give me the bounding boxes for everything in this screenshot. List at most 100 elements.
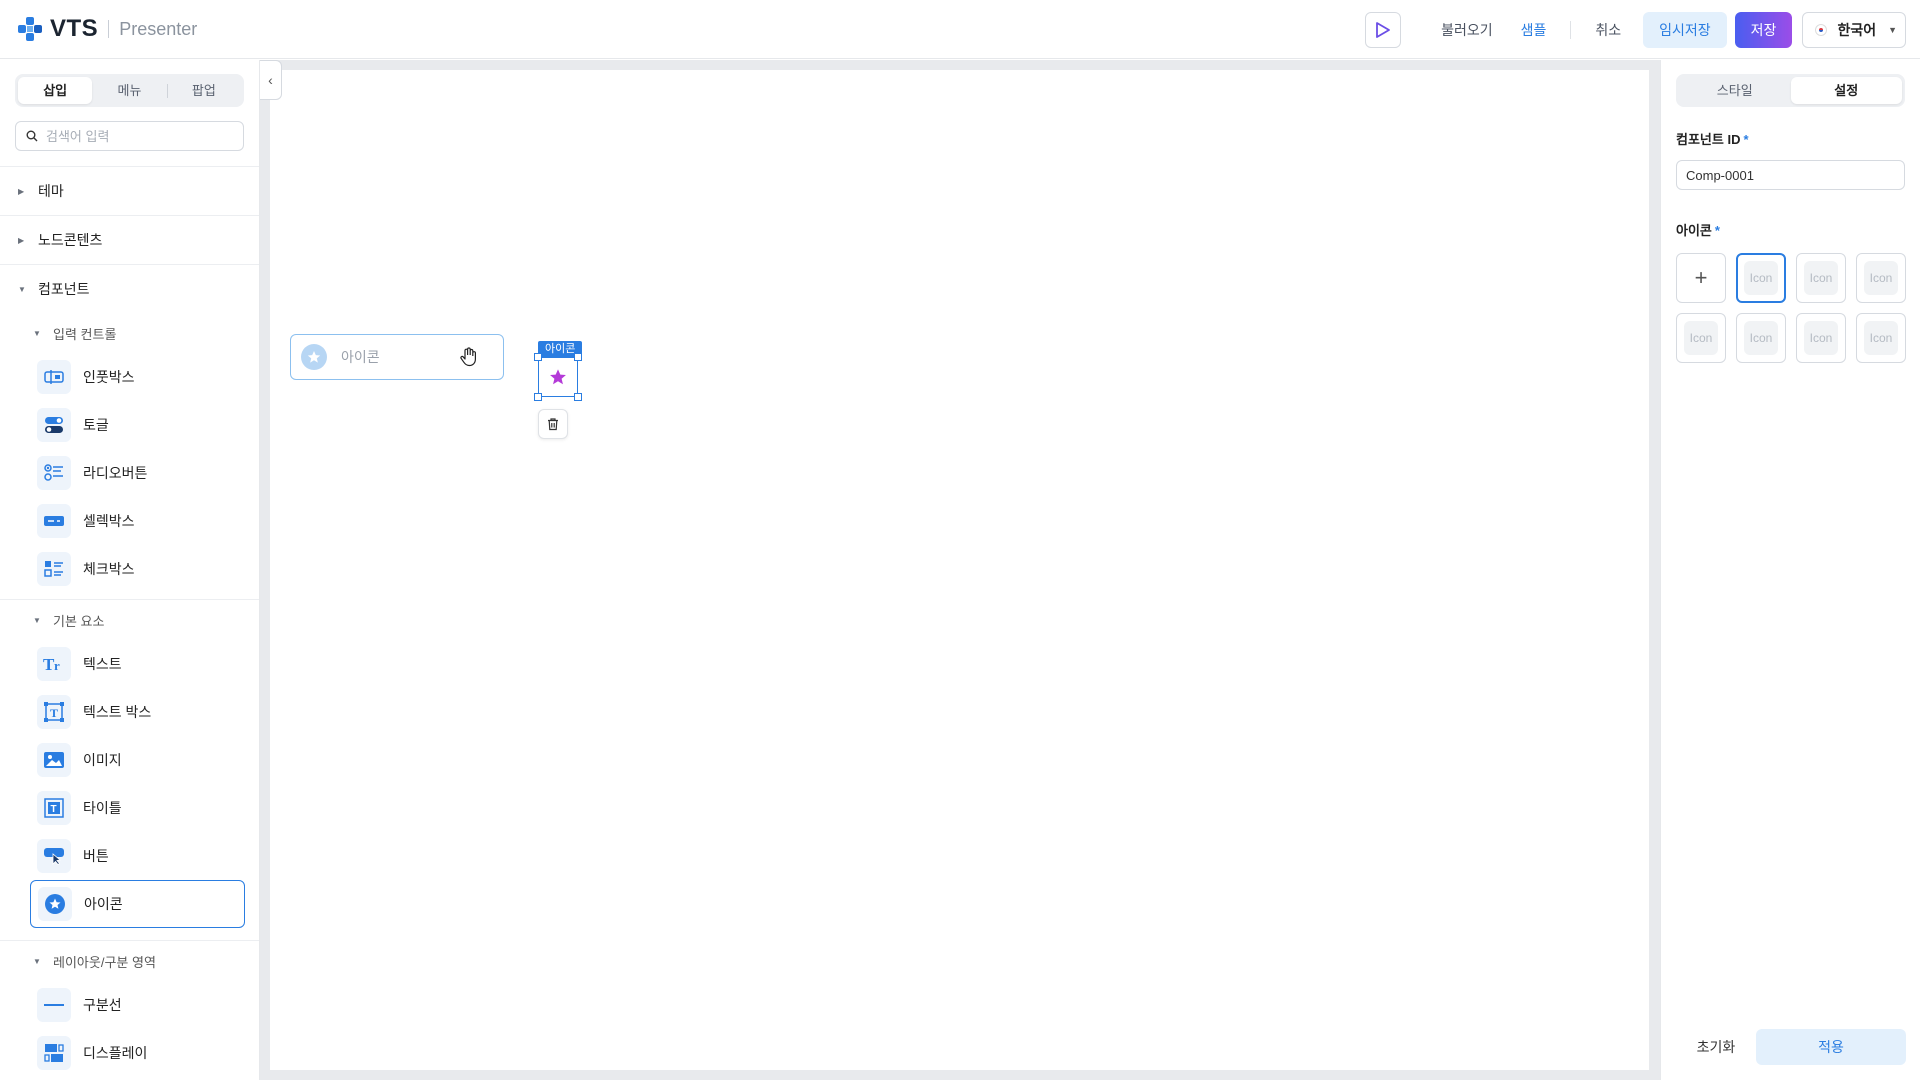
left-panel: 삽입 메뉴 팝업 ▶ 테마 ▶ 노드콘텐츠 ▼ 컴포넌트 ▼ 입력 컨트롤 인풋… bbox=[0, 60, 260, 1080]
logo-divider bbox=[108, 20, 110, 38]
title-icon: T bbox=[37, 791, 71, 825]
selected-icon-component[interactable] bbox=[534, 353, 582, 401]
right-tab-group: 스타일 설정 bbox=[1676, 74, 1905, 107]
radio-icon bbox=[37, 456, 71, 490]
logo-text: VTS bbox=[50, 15, 99, 42]
cancel-button[interactable]: 취소 bbox=[1581, 20, 1635, 40]
item-checkbox[interactable]: 체크박스 bbox=[30, 545, 245, 593]
item-icon[interactable]: 아이콘 bbox=[30, 880, 245, 928]
search-box bbox=[15, 121, 244, 151]
item-selectbox[interactable]: 셀렉박스 bbox=[30, 497, 245, 545]
top-header: VTS Presenter 불러오기 샘플 취소 임시저장 저장 한국어 ▼ bbox=[0, 0, 1920, 59]
icon-option[interactable]: Icon bbox=[1676, 313, 1726, 363]
subgroup-basic-elements[interactable]: ▼ 기본 요소 bbox=[0, 600, 259, 640]
left-tab-group: 삽입 메뉴 팝업 bbox=[15, 74, 244, 107]
text-icon: Tr bbox=[37, 647, 71, 681]
resize-handle-bottom-left[interactable] bbox=[534, 393, 542, 401]
item-textbox[interactable]: T 텍스트 박스 bbox=[30, 688, 245, 736]
textbox-icon: T bbox=[37, 695, 71, 729]
display-icon bbox=[37, 1036, 71, 1070]
icon-option[interactable]: Icon bbox=[1856, 253, 1906, 303]
language-select[interactable]: 한국어 ▼ bbox=[1802, 11, 1906, 48]
resize-handle-bottom-right[interactable] bbox=[574, 393, 582, 401]
logo-mark-icon bbox=[16, 15, 44, 43]
icon-placeholder: Icon bbox=[1684, 321, 1718, 355]
item-label: 구분선 bbox=[83, 997, 122, 1013]
item-inputbox[interactable]: 인풋박스 bbox=[30, 353, 245, 401]
divider-line-icon bbox=[37, 988, 71, 1022]
icon-option[interactable]: Icon bbox=[1856, 313, 1906, 363]
star-circle-icon bbox=[301, 344, 327, 370]
logo[interactable]: VTS Presenter bbox=[16, 15, 197, 43]
tab-settings[interactable]: 설정 bbox=[1790, 77, 1902, 104]
item-label: 아이콘 bbox=[84, 896, 123, 912]
temp-save-button[interactable]: 임시저장 bbox=[1643, 11, 1727, 48]
icon-placeholder: Icon bbox=[1864, 321, 1898, 355]
subgroup-input-controls[interactable]: ▼ 입력 컨트롤 bbox=[0, 313, 259, 353]
korea-flag-icon bbox=[1815, 23, 1828, 36]
svg-text:r: r bbox=[54, 658, 60, 673]
triangle-right-icon: ▶ bbox=[18, 186, 25, 196]
design-canvas[interactable]: 아이콘 아이콘 bbox=[270, 70, 1649, 1070]
checkbox-icon bbox=[37, 552, 71, 586]
subgroup-label: 입력 컨트롤 bbox=[53, 326, 117, 342]
logo-subtitle: Presenter bbox=[119, 18, 198, 39]
search-icon bbox=[26, 130, 38, 142]
group-theme[interactable]: ▶ 테마 bbox=[0, 167, 259, 215]
load-button[interactable]: 불러오기 bbox=[1427, 20, 1507, 40]
item-label: 디스플레이 bbox=[83, 1045, 148, 1061]
right-panel-footer: 초기화 적용 bbox=[1676, 1029, 1906, 1065]
save-button[interactable]: 저장 bbox=[1734, 11, 1793, 48]
item-image[interactable]: 이미지 bbox=[30, 736, 245, 784]
add-icon-button[interactable]: + bbox=[1676, 253, 1726, 303]
tab-insert[interactable]: 삽입 bbox=[18, 77, 93, 104]
resize-handle-top-right[interactable] bbox=[574, 353, 582, 361]
collapse-left-panel-button[interactable]: ‹ bbox=[260, 60, 282, 100]
item-button[interactable]: 버튼 bbox=[30, 832, 245, 880]
group-label: 노드콘텐츠 bbox=[38, 232, 103, 248]
icon-option[interactable]: Icon bbox=[1736, 313, 1786, 363]
tab-menu[interactable]: 메뉴 bbox=[92, 77, 166, 104]
icon-label: 아이콘 bbox=[1676, 223, 1712, 238]
reset-button[interactable]: 초기화 bbox=[1676, 1037, 1756, 1057]
preview-play-button[interactable] bbox=[1365, 11, 1402, 48]
item-divider[interactable]: 구분선 bbox=[30, 981, 245, 1029]
language-label: 한국어 bbox=[1837, 21, 1877, 38]
item-title[interactable]: T 타이틀 bbox=[30, 784, 245, 832]
star-circle-icon bbox=[38, 887, 72, 921]
required-mark: * bbox=[1743, 132, 1749, 147]
search-input[interactable] bbox=[46, 128, 236, 144]
header-actions: 불러오기 샘플 취소 임시저장 저장 한국어 ▼ bbox=[1365, 0, 1906, 59]
icon-label-row: 아이콘 * bbox=[1676, 220, 1920, 239]
group-label: 테마 bbox=[38, 183, 64, 199]
component-id-label-row: 컴포넌트 ID * bbox=[1676, 129, 1920, 148]
group-components[interactable]: ▼ 컴포넌트 bbox=[0, 265, 259, 313]
subgroup-label: 기본 요소 bbox=[53, 613, 105, 629]
component-id-field[interactable]: Comp-0001 bbox=[1676, 160, 1905, 190]
input-component-label: 아이콘 bbox=[341, 349, 380, 365]
item-display[interactable]: 디스플레이 bbox=[30, 1029, 245, 1077]
canvas-icon-input-component[interactable]: 아이콘 bbox=[290, 334, 504, 380]
item-radio[interactable]: 라디오버튼 bbox=[30, 449, 245, 497]
item-label: 셀렉박스 bbox=[83, 513, 135, 529]
item-label: 텍스트 박스 bbox=[83, 704, 152, 720]
tab-popup[interactable]: 팝업 bbox=[166, 77, 241, 104]
item-text[interactable]: Tr 텍스트 bbox=[30, 640, 245, 688]
item-label: 버튼 bbox=[83, 848, 109, 864]
icon-placeholder: Icon bbox=[1864, 261, 1898, 295]
button-icon bbox=[37, 839, 71, 873]
icon-option[interactable]: Icon bbox=[1796, 313, 1846, 363]
delete-component-button[interactable] bbox=[538, 409, 568, 439]
sample-button[interactable]: 샘플 bbox=[1507, 20, 1561, 40]
item-toggle[interactable]: 토글 bbox=[30, 401, 245, 449]
star-icon bbox=[550, 369, 566, 385]
icon-option[interactable]: Icon bbox=[1736, 253, 1786, 303]
group-node-contents[interactable]: ▶ 노드콘텐츠 bbox=[0, 216, 259, 264]
icon-option[interactable]: Icon bbox=[1796, 253, 1846, 303]
resize-handle-top-left[interactable] bbox=[534, 353, 542, 361]
icon-placeholder: Icon bbox=[1804, 321, 1838, 355]
tab-style[interactable]: 스타일 bbox=[1679, 77, 1791, 104]
icon-placeholder: Icon bbox=[1744, 261, 1778, 295]
subgroup-layout[interactable]: ▼ 레이아웃/구분 영역 bbox=[0, 941, 259, 981]
apply-button[interactable]: 적용 bbox=[1756, 1029, 1906, 1065]
